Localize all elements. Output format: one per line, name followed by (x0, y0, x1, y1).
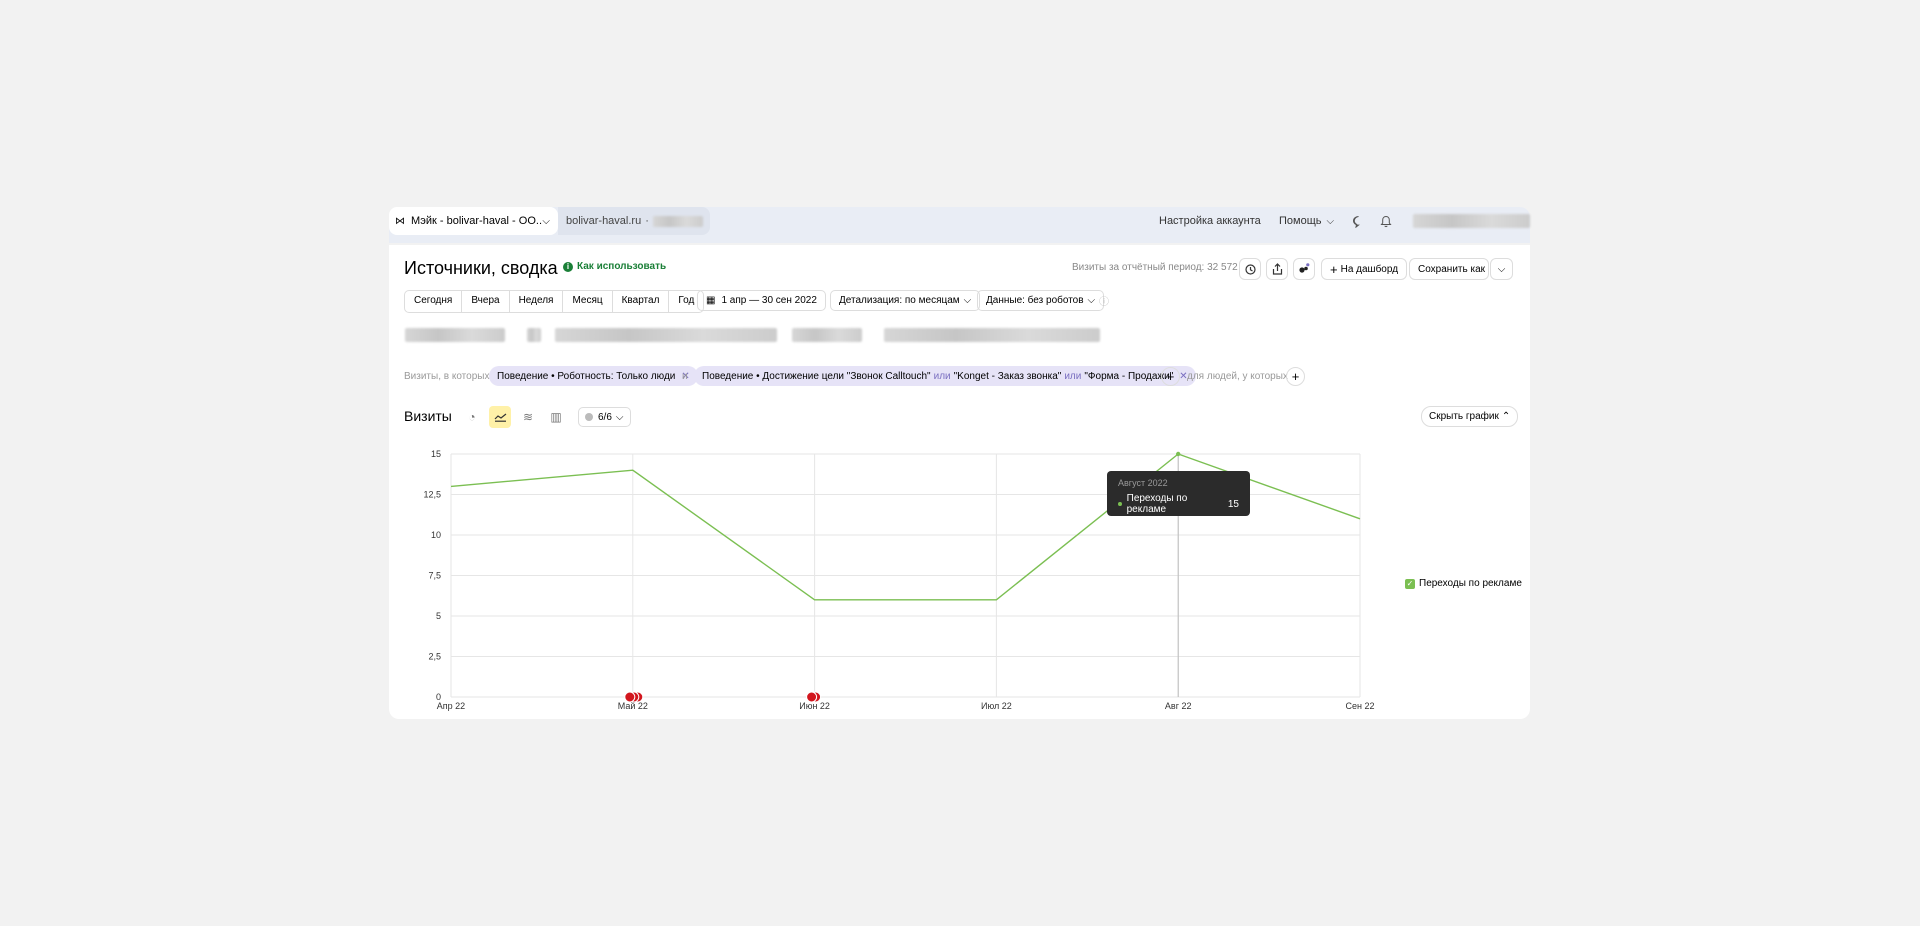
legend-label: Переходы по рекламе (1419, 578, 1522, 589)
checkbox-icon[interactable]: ✓ (1405, 578, 1415, 589)
x-tick-label: Июн 22 (799, 701, 830, 711)
annotation-marker (806, 691, 818, 703)
tooltip-series-dot (1118, 502, 1122, 506)
x-tick-label: Авг 22 (1165, 701, 1192, 711)
y-tick-label: 12,5 (423, 490, 441, 500)
y-tick-label: 15 (431, 449, 441, 459)
x-tick-label: Июл 22 (981, 701, 1012, 711)
tooltip-period: Август 2022 (1118, 478, 1168, 488)
y-tick-label: 2,5 (428, 652, 441, 662)
y-tick-label: 5 (436, 611, 441, 621)
y-tick-label: 7,5 (428, 571, 441, 581)
annotation-marker (624, 691, 636, 703)
x-tick-label: Май 22 (618, 701, 648, 711)
x-tick-label: Сен 22 (1346, 701, 1375, 711)
chart-legend-item[interactable]: ✓ Переходы по рекламе (1405, 578, 1522, 589)
tooltip-series-name: Переходы по рекламе (1126, 493, 1188, 515)
x-tick-label: Апр 22 (437, 701, 465, 711)
y-tick-label: 10 (431, 530, 441, 540)
tooltip-value: 15 (1227, 498, 1239, 510)
chart-tooltip: Август 2022 Переходы по рекламе 15 (1107, 471, 1250, 516)
visits-line-chart: 02,557,51012,515Апр 22 Май 22 Июн 22 Июл 22… (423, 449, 1375, 711)
data-point (1176, 451, 1181, 457)
